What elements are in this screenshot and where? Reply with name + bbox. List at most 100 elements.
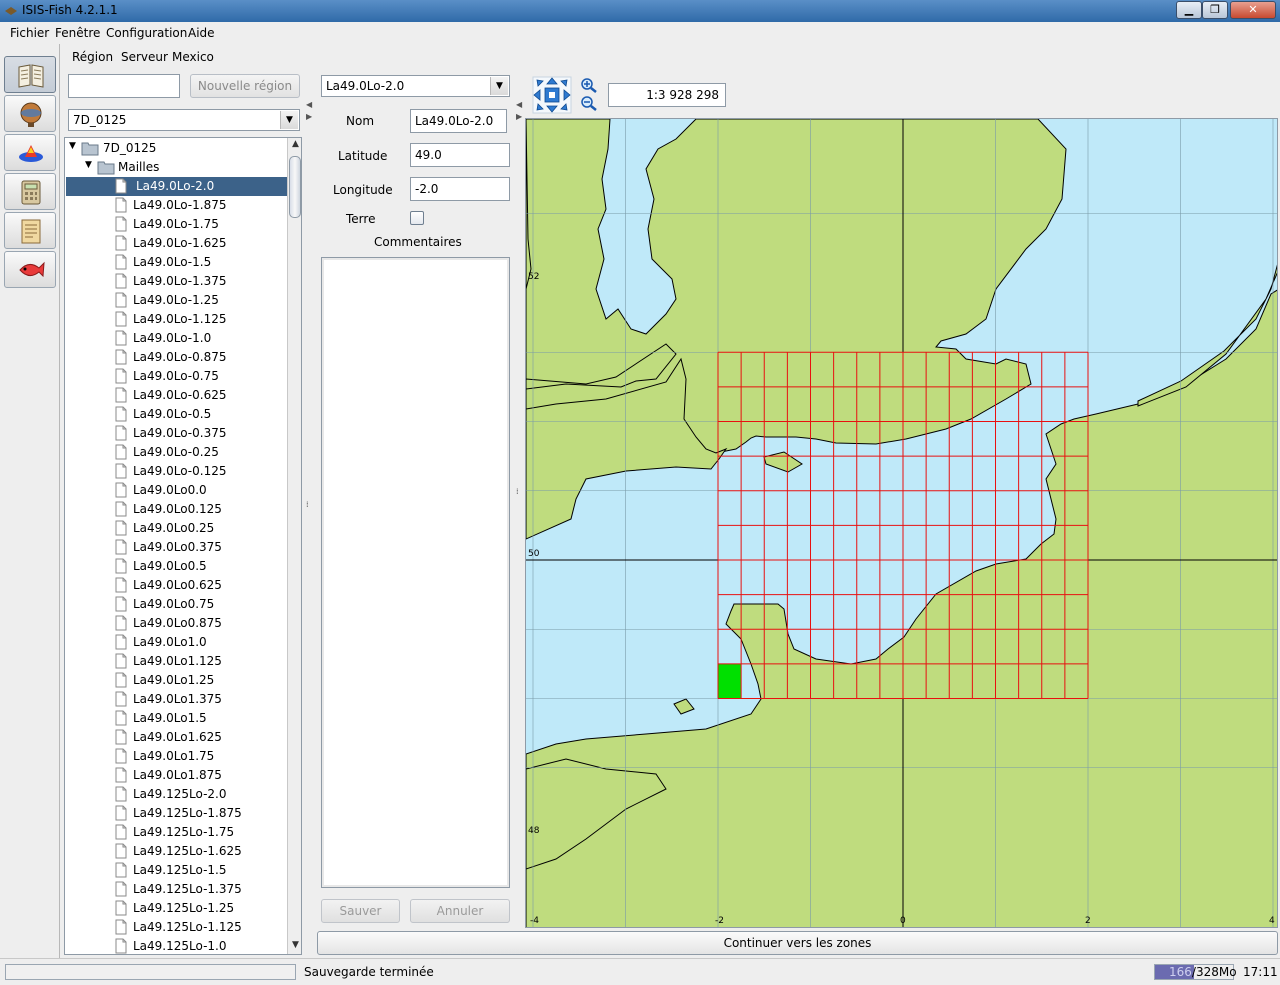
tree-item[interactable]: La49.0Lo-1.625 [113,234,283,253]
terre-checkbox[interactable] [410,211,424,225]
file-icon [115,843,127,859]
splitter-grip-icon[interactable]: ⁞ [516,487,524,496]
menu-fichier[interactable]: Fichier [10,26,49,40]
tree-item[interactable]: La49.0Lo1.375 [113,690,283,709]
tree-item[interactable]: La49.0Lo-1.5 [113,253,283,272]
region-tree[interactable]: ▼ 7D_0125 ▼ Mailles La49.0Lo-2.0 La49.0Lo… [64,137,302,955]
tree-item[interactable]: La49.125Lo-1.0 [113,937,283,954]
tree-item[interactable]: La49.0Lo-0.25 [113,443,283,462]
tree-item[interactable]: La49.0Lo0.75 [113,595,283,614]
minimize-button[interactable]: ▁ [1176,1,1202,19]
tree-item[interactable]: La49.0Lo1.625 [113,728,283,747]
tree-item[interactable]: La49.0Lo-0.875 [113,348,283,367]
tree-item[interactable]: La49.125Lo-1.875 [113,804,283,823]
menu-serveur[interactable]: Serveur [121,50,168,64]
region-map[interactable]: 52 50 48 -4 -2 0 2 4 [525,118,1278,928]
splitter-right-arrow-icon[interactable]: ▶ [306,112,314,121]
tree-item[interactable]: La49.125Lo-2.0 [113,785,283,804]
splitter-left-arrow-icon[interactable]: ◀ [306,100,314,109]
cancel-button[interactable]: Annuler [410,899,510,923]
pan-arrows-icon[interactable] [532,76,572,114]
tree-item[interactable]: La49.0Lo-0.125 [113,462,283,481]
tree-item[interactable]: La49.0Lo0.625 [113,576,283,595]
tree-root[interactable]: ▼ 7D_0125 [69,139,287,158]
menu-configuration[interactable]: Configuration [106,26,187,40]
longitude-field[interactable]: -2.0 [410,177,510,201]
tree-item[interactable]: La49.0Lo-1.375 [113,272,283,291]
tree-item[interactable]: La49.0Lo-1.875 [113,196,283,215]
expand-toggle-icon[interactable]: ▼ [85,160,92,170]
selected-cell[interactable] [718,663,742,699]
sensitivity-tool-button[interactable] [4,251,56,288]
close-button[interactable]: ✕ [1230,1,1276,19]
tree-item[interactable]: La49.0Lo-1.25 [113,291,283,310]
tree-item[interactable]: La49.0Lo-0.75 [113,367,283,386]
tree-item[interactable]: La49.0Lo-1.75 [113,215,283,234]
memory-indicator[interactable]: 166/328Mo [1154,964,1237,980]
splitter-left-arrow-icon[interactable]: ◀ [516,100,524,109]
tree-folder-mailles[interactable]: ▼ Mailles [85,158,285,177]
region-search-input[interactable] [68,74,180,98]
menu-fenetre[interactable]: Fenêtre [55,26,100,40]
tree-item[interactable]: La49.0Lo1.875 [113,766,283,785]
input-tool-button[interactable] [4,56,56,93]
zoom-out-icon[interactable] [580,95,598,111]
menu-region[interactable]: Région [72,50,113,64]
map-canvas[interactable]: 52 50 48 -4 -2 0 2 4 [526,119,1278,928]
tree-item[interactable]: La49.0Lo1.5 [113,709,283,728]
splitter-right-arrow-icon[interactable]: ▶ [516,112,524,121]
tree-item-label: La49.0Lo-0.25 [133,445,219,459]
cell-select[interactable]: La49.0Lo-2.0 ▼ [321,75,510,97]
tree-item[interactable]: La49.0Lo-0.375 [113,424,283,443]
lon-label: 4 [1269,916,1275,926]
tree-item[interactable]: La49.0Lo1.25 [113,671,283,690]
commentaires-textarea[interactable] [321,257,510,888]
tree-item[interactable]: La49.125Lo-1.25 [113,899,283,918]
tree-item[interactable]: La49.0Lo0.375 [113,538,283,557]
tree-item[interactable]: La49.0Lo-1.0 [113,329,283,348]
tree-item[interactable]: La49.0Lo-1.125 [113,310,283,329]
tree-item[interactable]: La49.0Lo-2.0 [113,177,283,196]
calculator-tool-button[interactable] [4,173,56,210]
tree-item[interactable]: La49.0Lo-0.625 [113,386,283,405]
tree-item[interactable]: La49.125Lo-1.625 [113,842,283,861]
memory-used: 166 [1169,965,1192,979]
tree-item[interactable]: La49.0Lo1.0 [113,633,283,652]
zoom-in-icon[interactable] [580,77,598,93]
script-tool-button[interactable] [4,212,56,249]
tree-item[interactable]: La49.0Lo1.125 [113,652,283,671]
menu-aide[interactable]: Aide [188,26,215,40]
expand-toggle-icon[interactable]: ▼ [69,141,76,151]
tree-scroll-thumb[interactable] [289,156,301,218]
maximize-button[interactable]: ❐ [1202,1,1228,19]
chevron-down-icon[interactable]: ▼ [280,111,298,129]
tree-item[interactable]: La49.0Lo0.0 [113,481,283,500]
tree-item[interactable]: La49.125Lo-1.125 [113,918,283,937]
tree-item-label: La49.0Lo-1.375 [133,274,227,288]
map-scale-field[interactable]: 1:3 928 298 [608,83,726,107]
tree-item[interactable]: La49.125Lo-1.5 [113,861,283,880]
tree-item[interactable]: La49.0Lo0.25 [113,519,283,538]
nom-field[interactable]: La49.0Lo-2.0 [410,109,507,133]
new-region-button[interactable]: Nouvelle région [190,74,300,98]
tree-item[interactable]: La49.125Lo-1.375 [113,880,283,899]
tree-item-label: La49.0Lo-0.75 [133,369,219,383]
tree-scrollbar[interactable]: ▲ ▼ [287,138,301,954]
tree-item[interactable]: La49.0Lo0.875 [113,614,283,633]
scroll-up-icon[interactable]: ▲ [290,139,301,151]
results-tool-button[interactable] [4,134,56,171]
latitude-field[interactable]: 49.0 [410,143,510,167]
simulation-tool-button[interactable] [4,95,56,132]
save-button[interactable]: Sauver [321,899,400,923]
tree-item[interactable]: La49.125Lo-1.75 [113,823,283,842]
tree-item[interactable]: La49.0Lo0.125 [113,500,283,519]
menu-mexico[interactable]: Mexico [172,50,214,64]
scroll-down-icon[interactable]: ▼ [290,940,301,952]
splitter-grip-icon[interactable]: ⁞ [306,500,314,509]
tree-item[interactable]: La49.0Lo-0.5 [113,405,283,424]
tree-item[interactable]: La49.0Lo1.75 [113,747,283,766]
tree-item[interactable]: La49.0Lo0.5 [113,557,283,576]
continue-to-zones-button[interactable]: Continuer vers les zones [317,931,1278,955]
region-select[interactable]: 7D_0125 ▼ [68,109,300,131]
chevron-down-icon[interactable]: ▼ [490,77,508,95]
